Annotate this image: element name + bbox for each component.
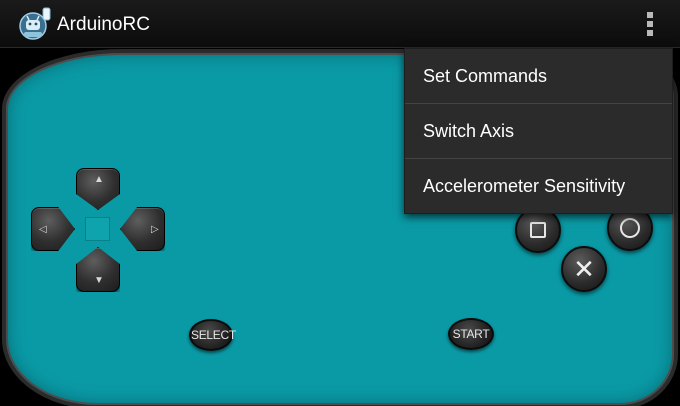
overflow-menu: Set Commands Switch Axis Accelerometer S… <box>404 48 673 214</box>
arrow-up-icon: ▲ <box>94 174 104 185</box>
arduinorc-screen: ArduinoRC ▲ ◁ ▷ ▼ ✕ SELECT START Set Com… <box>0 0 680 406</box>
overflow-menu-icon[interactable] <box>630 0 680 48</box>
android-gamepad-app-icon[interactable] <box>16 6 52 42</box>
square-icon <box>530 222 546 238</box>
menu-item-accelerometer-sensitivity[interactable]: Accelerometer Sensitivity <box>405 159 672 213</box>
circle-icon <box>620 218 640 238</box>
app-title: ArduinoRC <box>57 14 150 35</box>
arrow-left-icon: ◁ <box>39 224 47 235</box>
menu-item-switch-axis[interactable]: Switch Axis <box>405 104 672 159</box>
start-button[interactable]: START <box>448 318 494 350</box>
select-button[interactable]: SELECT <box>189 319 236 351</box>
dpad-center <box>85 217 110 241</box>
arrow-down-icon: ▼ <box>94 275 104 286</box>
arrow-right-icon: ▷ <box>151 224 159 235</box>
cross-button[interactable]: ✕ <box>561 246 607 292</box>
action-bar: ArduinoRC <box>0 0 680 48</box>
cross-icon: ✕ <box>573 254 595 284</box>
menu-item-set-commands[interactable]: Set Commands <box>405 49 672 104</box>
